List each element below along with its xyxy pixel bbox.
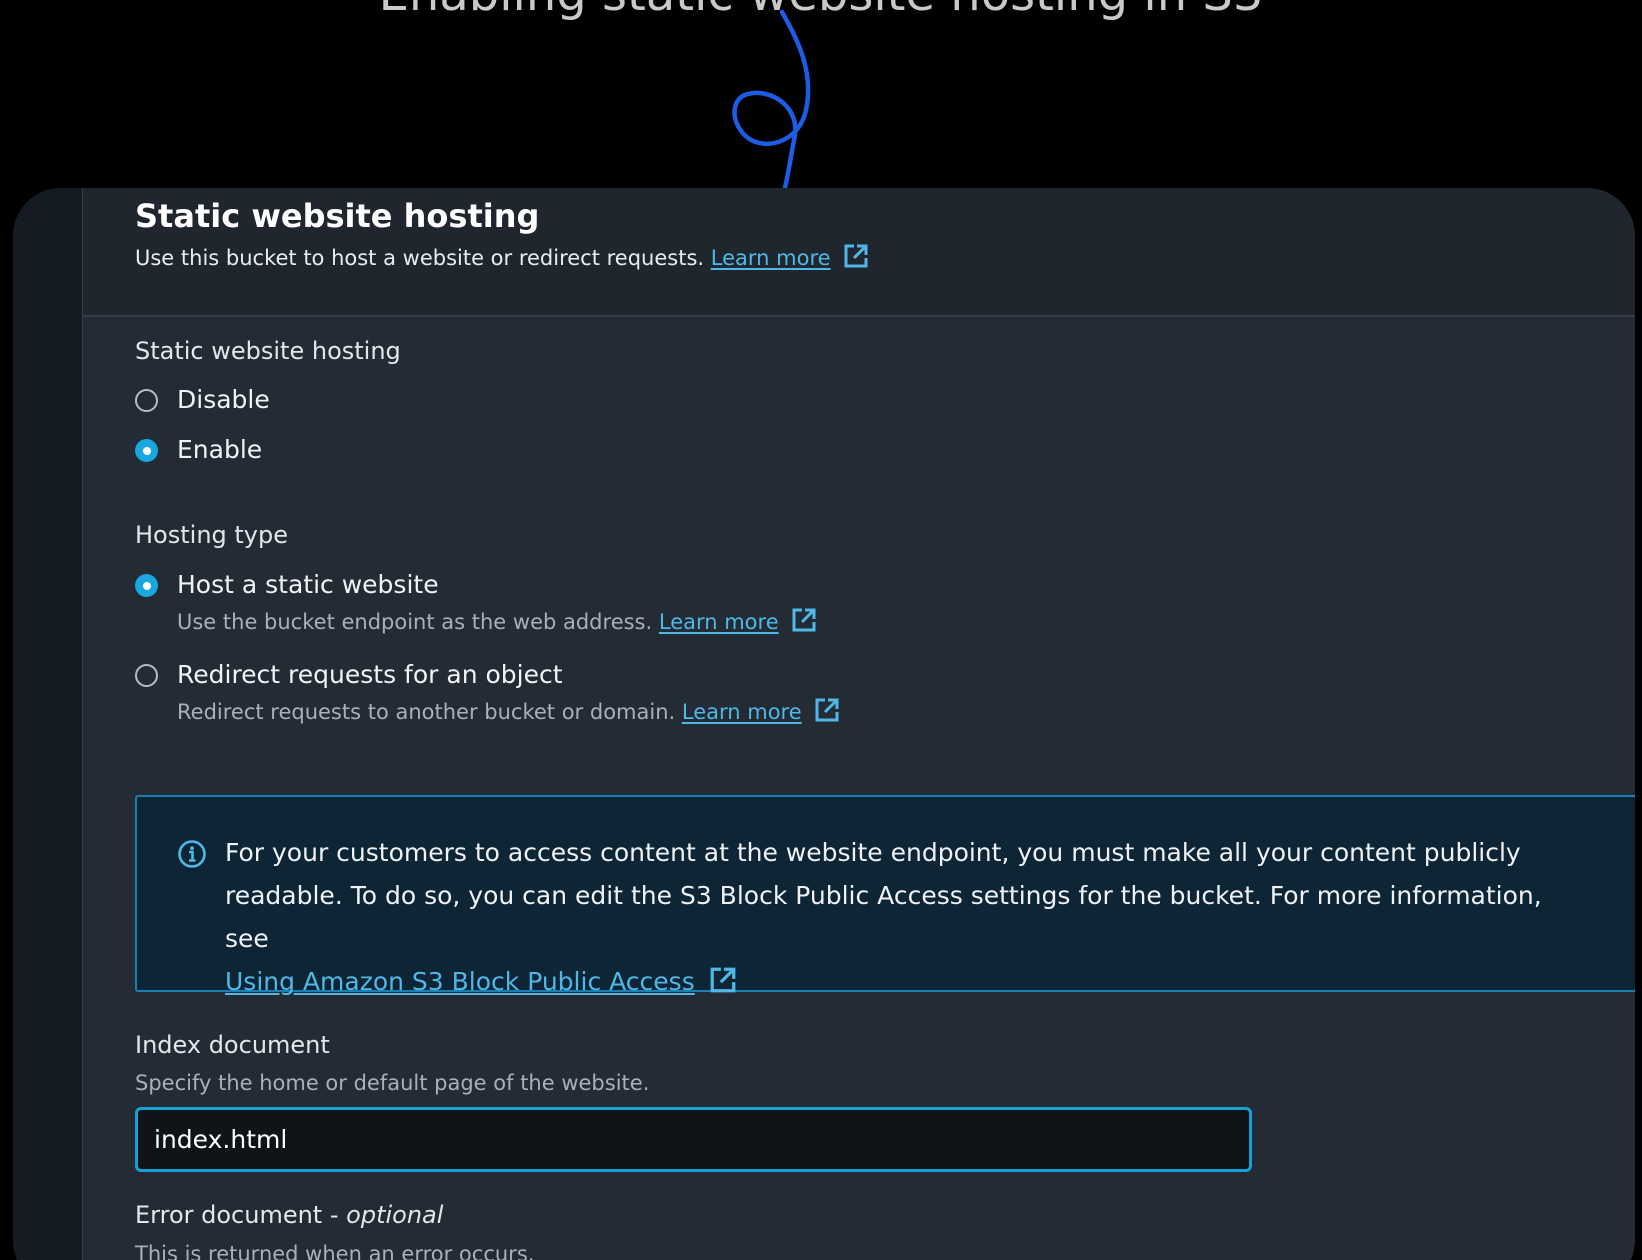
index-document-input[interactable] bbox=[135, 1107, 1252, 1172]
radio-redirect-requests[interactable]: Redirect requests for an object bbox=[135, 657, 563, 693]
radio-host-static-website[interactable]: Host a static website bbox=[135, 567, 439, 603]
error-document-label-text: Error document - bbox=[135, 1201, 339, 1229]
error-document-label: Error document - optional bbox=[135, 1200, 443, 1230]
radio-host-static-label: Host a static website bbox=[177, 570, 439, 599]
external-link-icon bbox=[710, 967, 736, 993]
page-title: Static website hosting bbox=[135, 197, 540, 235]
hosting-toggle-label: Static website hosting bbox=[135, 337, 401, 365]
redirect-learn-more-link[interactable]: Learn more bbox=[682, 700, 802, 724]
info-alert-text: For your customers to access content at … bbox=[225, 831, 1585, 1003]
info-alert-message: For your customers to access content at … bbox=[225, 838, 1542, 953]
radio-host-static-control[interactable] bbox=[135, 573, 158, 597]
external-link-icon bbox=[844, 244, 868, 268]
radio-redirect-label: Redirect requests for an object bbox=[177, 660, 563, 689]
page-description-text: Use this bucket to host a website or red… bbox=[135, 246, 705, 270]
index-document-description: Specify the home or default page of the … bbox=[135, 1071, 650, 1095]
radio-enable-label: Enable bbox=[177, 435, 263, 464]
external-link-icon bbox=[815, 698, 839, 722]
radio-enable-control[interactable] bbox=[135, 438, 158, 462]
radio-disable-label: Disable bbox=[177, 385, 270, 414]
radio-disable[interactable]: Disable bbox=[135, 382, 270, 418]
redirect-description: Redirect requests to another bucket or d… bbox=[177, 697, 840, 726]
container-header: Static website hosting Use this bucket t… bbox=[83, 188, 1635, 317]
radio-enable[interactable]: Enable bbox=[135, 432, 262, 468]
radio-redirect-control[interactable] bbox=[135, 663, 158, 687]
learn-more-link[interactable]: Learn more bbox=[711, 246, 831, 270]
info-icon bbox=[178, 840, 206, 868]
host-static-description: Use the bucket endpoint as the web addre… bbox=[177, 607, 817, 636]
page-description: Use this bucket to host a website or red… bbox=[135, 243, 869, 272]
s3-properties-panel: Static website hosting Use this bucket t… bbox=[13, 188, 1635, 1260]
edit-static-website-hosting-form: Static website hosting Use this bucket t… bbox=[83, 188, 1635, 1260]
radio-disable-control[interactable] bbox=[135, 388, 158, 412]
error-document-description: This is returned when an error occurs. bbox=[135, 1242, 535, 1260]
hosting-type-label: Hosting type bbox=[135, 521, 288, 549]
host-static-description-text: Use the bucket endpoint as the web addre… bbox=[177, 610, 653, 634]
side-navigation-strip bbox=[13, 188, 83, 1260]
screenshot-canvas: Enabling static website hosting in S3 St… bbox=[0, 0, 1642, 1260]
external-link-icon bbox=[792, 608, 816, 632]
host-static-learn-more-link[interactable]: Learn more bbox=[659, 610, 779, 634]
index-document-label: Index document bbox=[135, 1031, 330, 1059]
redirect-description-text: Redirect requests to another bucket or d… bbox=[177, 700, 676, 724]
optional-tag: optional bbox=[346, 1201, 444, 1229]
block-public-access-link[interactable]: Using Amazon S3 Block Public Access bbox=[225, 967, 695, 996]
info-alert: For your customers to access content at … bbox=[135, 795, 1635, 996]
